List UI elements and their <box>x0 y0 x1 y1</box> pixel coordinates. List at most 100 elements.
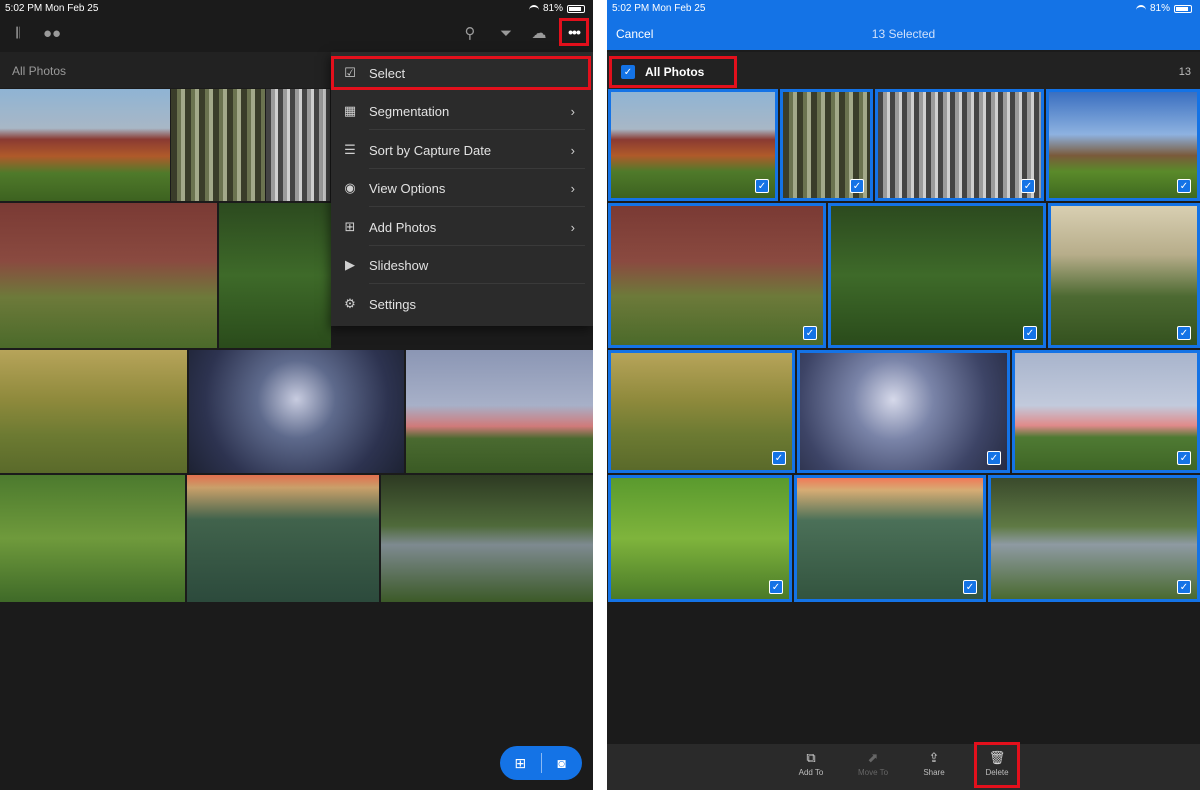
checkbox-checked-icon[interactable]: ✓ <box>1177 326 1191 340</box>
battery-percent: 81% <box>1149 3 1170 14</box>
photo-thumbnail-selected[interactable]: ✓ <box>794 475 986 602</box>
photo-thumbnail[interactable] <box>0 350 187 473</box>
bottom-action-bar: ⧉ Add To ⬈ Move To ⇪ Share 🗑 Delete <box>607 744 1200 790</box>
section-header: ✓ All Photos 13 <box>607 52 1200 90</box>
checkbox-checked-icon[interactable]: ✓ <box>1023 326 1037 340</box>
more-options-button[interactable]: ••• <box>559 18 589 46</box>
photo-thumbnail[interactable] <box>187 475 379 602</box>
checkbox-checked-icon[interactable]: ✓ <box>803 326 817 340</box>
checkbox-checked-icon[interactable]: ✓ <box>963 580 977 594</box>
menu-item-label: View Options <box>369 180 446 196</box>
camera-icon[interactable]: ◙ <box>542 746 583 780</box>
people-icon[interactable]: ●● <box>42 24 62 42</box>
section-title: All Photos <box>645 65 705 79</box>
status-time: 5:02 PM Mon Feb 25 <box>612 3 706 14</box>
select-all-toggle[interactable]: ✓ All Photos <box>609 56 737 88</box>
share-button[interactable]: ⇪ Share <box>914 750 954 777</box>
photo-thumbnail-selected[interactable]: ✓ <box>797 350 1010 473</box>
eye-icon: ◉ <box>344 180 356 195</box>
battery-percent: 81% <box>542 3 563 14</box>
search-icon[interactable]: ⚲ <box>460 24 480 42</box>
battery-icon <box>567 4 585 13</box>
checkbox-checked-icon[interactable]: ✓ <box>1021 179 1035 193</box>
photo-count: 13 <box>1178 66 1191 78</box>
chevron-right-icon: › <box>570 219 575 235</box>
photo-thumbnail-selected[interactable]: ✓ <box>1046 89 1200 201</box>
chevron-right-icon: › <box>570 180 575 196</box>
options-menu: ☑ Select ▦ Segmentation › ☰ Sort by Capt… <box>331 52 593 326</box>
checkbox-checked-icon[interactable]: ✓ <box>755 179 769 193</box>
checkbox-checked-icon[interactable]: ✓ <box>1177 451 1191 465</box>
photo-thumbnail-selected[interactable]: ✓ <box>828 203 1046 348</box>
selected-count: 13 Selected <box>871 27 936 41</box>
status-time: 5:02 PM Mon Feb 25 <box>5 3 99 14</box>
chevron-right-icon: › <box>570 103 575 119</box>
photo-thumbnail-selected[interactable]: ✓ <box>780 89 873 201</box>
checkbox-checked-icon[interactable]: ✓ <box>850 179 864 193</box>
photo-thumbnail[interactable] <box>406 350 593 473</box>
menu-item-label: Sort by Capture Date <box>369 142 492 158</box>
highlight-box <box>974 742 1020 788</box>
sort-icon: ☰ <box>344 142 356 157</box>
right-screen: 5:02 PM Mon Feb 25 81% Cancel 13 Selecte… <box>607 0 1200 790</box>
checkbox-checked-icon[interactable]: ✓ <box>772 451 786 465</box>
photo-thumbnail-selected[interactable]: ✓ <box>1048 203 1200 348</box>
photo-thumbnail[interactable] <box>381 475 593 602</box>
divider <box>369 206 585 207</box>
menu-item-label: Slideshow <box>369 257 429 273</box>
checkbox-checked-icon[interactable]: ✓ <box>987 451 1001 465</box>
divider <box>369 129 585 130</box>
status-bar: 5:02 PM Mon Feb 25 81% <box>0 0 593 16</box>
photo-thumbnail[interactable] <box>0 203 217 348</box>
add-photo-icon[interactable]: ⊞ <box>500 746 541 780</box>
photo-thumbnail-selected[interactable]: ✓ <box>988 475 1200 602</box>
cloud-icon[interactable]: ☁ <box>528 24 550 42</box>
selection-header: 5:02 PM Mon Feb 25 81% Cancel 13 Selecte… <box>607 0 1200 50</box>
play-icon: ▶ <box>345 257 355 272</box>
menu-item-segmentation[interactable]: ▦ Segmentation › <box>331 92 593 130</box>
menu-item-label: Select <box>369 65 406 81</box>
grid-icon: ▦ <box>343 103 357 118</box>
menu-item-label: Add Photos <box>369 219 437 235</box>
status-bar: 5:02 PM Mon Feb 25 81% <box>607 0 1200 16</box>
photo-thumbnail-selected[interactable]: ✓ <box>608 350 795 473</box>
menu-item-slideshow[interactable]: ▶ Slideshow <box>331 246 593 284</box>
share-label: Share <box>923 768 945 777</box>
add-media-fab: ⊞ ◙ <box>500 746 582 780</box>
move-to-button[interactable]: ⬈ Move To <box>853 750 893 777</box>
menu-item-sort[interactable]: ☰ Sort by Capture Date › <box>331 131 593 169</box>
menu-item-label: Segmentation <box>369 103 450 119</box>
top-toolbar: 𝄃 ●● ⚲ ⏷ ☁ <box>0 16 593 50</box>
add-photo-icon: ⊞ <box>344 219 356 234</box>
move-to-icon: ⬈ <box>867 750 879 765</box>
photo-thumbnail[interactable] <box>0 89 170 201</box>
checkbox-checked-icon[interactable]: ✓ <box>1177 580 1191 594</box>
photo-thumbnail[interactable] <box>171 89 265 201</box>
check-square-icon: ☑ <box>344 65 356 80</box>
photo-thumbnail-selected[interactable]: ✓ <box>608 475 792 602</box>
library-icon[interactable]: 𝄃 <box>8 24 28 42</box>
photo-thumbnail[interactable] <box>219 203 331 348</box>
share-icon: ⇪ <box>928 750 940 765</box>
menu-item-select[interactable]: ☑ Select <box>331 54 593 92</box>
battery-icon <box>1174 4 1192 13</box>
photo-thumbnail[interactable] <box>189 350 404 473</box>
divider <box>369 283 585 284</box>
photo-thumbnail[interactable] <box>0 475 185 602</box>
filter-icon[interactable]: ⏷ <box>496 24 516 42</box>
photo-thumbnail-selected[interactable]: ✓ <box>608 203 826 348</box>
photo-thumbnail-selected[interactable]: ✓ <box>1012 350 1200 473</box>
menu-item-add-photos[interactable]: ⊞ Add Photos › <box>331 208 593 246</box>
move-to-label: Move To <box>857 768 889 777</box>
menu-item-view-options[interactable]: ◉ View Options › <box>331 169 593 207</box>
checkbox-checked-icon: ✓ <box>621 65 635 79</box>
photo-thumbnail-selected[interactable]: ✓ <box>608 89 778 201</box>
checkbox-checked-icon[interactable]: ✓ <box>1177 179 1191 193</box>
add-to-button[interactable]: ⧉ Add To <box>791 750 831 777</box>
checkbox-checked-icon[interactable]: ✓ <box>769 580 783 594</box>
photo-thumbnail-selected[interactable]: ✓ <box>875 89 1044 201</box>
add-to-label: Add To <box>798 768 824 777</box>
left-screen: 5:02 PM Mon Feb 25 81% 𝄃 ●● ⚲ ⏷ ☁ ••• Al… <box>0 0 593 790</box>
photo-thumbnail[interactable] <box>266 89 330 201</box>
menu-item-settings[interactable]: ⚙ Settings <box>331 285 593 323</box>
